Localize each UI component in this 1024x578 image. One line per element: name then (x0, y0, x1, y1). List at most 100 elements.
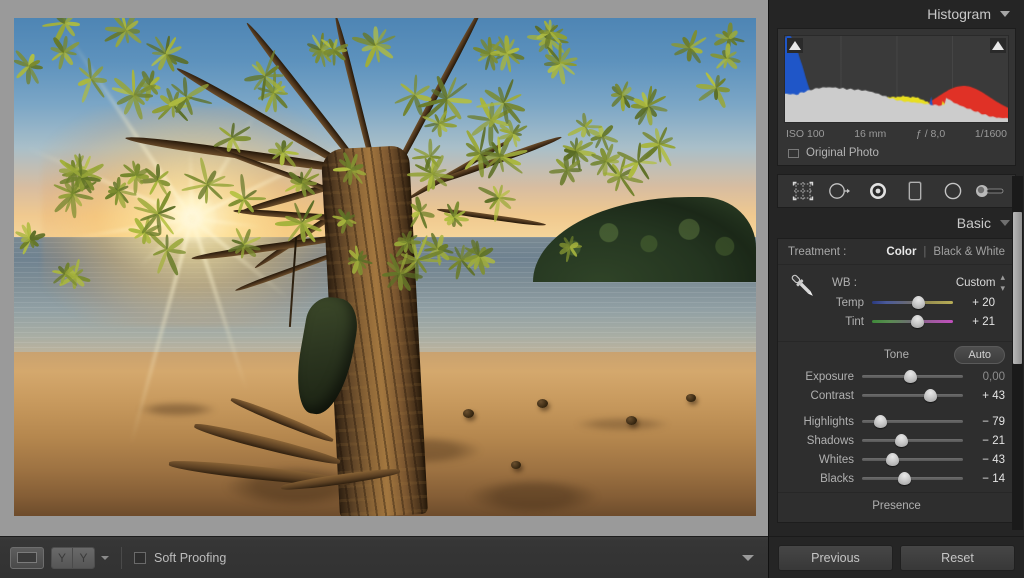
slider-track-blacks[interactable] (862, 472, 963, 485)
slider-rail (862, 439, 963, 442)
tool-strip[interactable] (777, 174, 1016, 208)
presence-label: Presence (872, 499, 921, 512)
slider-value-highlights[interactable]: − 79 (963, 416, 1005, 428)
right-panel-scrollbar[interactable] (1012, 176, 1023, 530)
basic-panel: Treatment : Color | Black & White WB: C… (777, 238, 1016, 523)
exif-focal-length: 16 mm (854, 128, 887, 140)
slider-handle-highlights[interactable] (873, 415, 887, 428)
slider-row-tint[interactable]: Tint + 21 (788, 312, 1005, 331)
toolbar-panel-chevron-down-icon[interactable] (742, 554, 754, 561)
slider-handle-tint[interactable] (910, 315, 924, 328)
slider-label-tint: Tint (845, 315, 864, 328)
exif-aperture: ƒ / 8,0 (915, 128, 946, 140)
slider-value-shadows[interactable]: − 21 (963, 435, 1005, 447)
soft-proofing-label[interactable]: Soft Proofing (154, 551, 226, 565)
slider-label-blacks: Blacks (820, 472, 854, 485)
slider-handle-blacks[interactable] (897, 472, 911, 485)
reset-button[interactable]: Reset (900, 544, 1015, 571)
image-viewer[interactable] (0, 0, 768, 536)
loupe-view-icon[interactable] (10, 546, 44, 569)
slider-rail (862, 477, 963, 480)
histogram-panel-header[interactable]: Histogram (769, 0, 1024, 28)
histogram-graph[interactable] (784, 35, 1009, 123)
photo-coconut (462, 408, 474, 418)
viewer-toolbar[interactable]: Y Y Soft Proofing (0, 536, 768, 578)
photo-image (14, 18, 756, 516)
slider-row-temp[interactable]: Temp + 20 (788, 293, 1005, 312)
slider-row-exposure[interactable]: Exposure 0,00 (778, 367, 1015, 386)
slider-track-whites[interactable] (862, 453, 963, 466)
highlight-clipping-triangle-icon[interactable] (990, 38, 1006, 53)
original-photo-label: Original Photo (806, 147, 879, 159)
up-down-arrows-icon[interactable]: ▴ ▾ (1000, 272, 1005, 294)
exif-shutter-speed: 1/1600 (974, 128, 1007, 140)
tone-section-header: Tone Auto (778, 341, 1015, 367)
chevron-down-icon[interactable] (1000, 220, 1010, 226)
slider-row-contrast[interactable]: Contrast + 43 (778, 386, 1015, 405)
eyedropper-icon[interactable] (786, 269, 820, 303)
slider-row-blacks[interactable]: Blacks − 14 (778, 469, 1015, 488)
lightroom-develop-window: Y Y Soft Proofing Histogram ISO 100 16 m… (0, 0, 1024, 578)
slider-label-shadows: Shadows (806, 434, 854, 447)
adjustment-brush-tool[interactable] (975, 179, 1005, 203)
histogram-panel: ISO 100 16 mm ƒ / 8,0 1/1600 Original Ph… (777, 28, 1016, 166)
slider-track-shadows[interactable] (862, 434, 963, 447)
slider-rail (862, 394, 963, 397)
white-balance-row[interactable]: WB : Custom ▴ ▾ (788, 272, 1005, 294)
photo-coconut (685, 393, 696, 403)
original-photo-checkbox[interactable] (788, 148, 799, 158)
photo-coconut (537, 398, 549, 408)
slider-value-tint[interactable]: + 21 (953, 316, 995, 328)
graduated-filter-tool[interactable] (900, 179, 930, 203)
histogram-curves (785, 36, 1008, 122)
basic-panel-header[interactable]: Basic (769, 208, 1024, 238)
histogram-title: Histogram (927, 6, 991, 22)
shadow-clipping-triangle-icon[interactable] (787, 38, 803, 53)
slider-row-whites[interactable]: Whites − 43 (778, 450, 1015, 469)
slider-handle-contrast[interactable] (924, 389, 938, 402)
original-photo-row[interactable]: Original Photo (784, 140, 1009, 161)
slider-handle-whites[interactable] (885, 453, 899, 466)
treatment-row: Treatment : Color | Black & White (778, 239, 1015, 265)
before-after-label-2: Y (73, 547, 94, 568)
slider-value-whites[interactable]: − 43 (963, 454, 1005, 466)
white-balance-value[interactable]: Custom (956, 277, 996, 289)
before-after-yy-icon[interactable]: Y Y (51, 546, 95, 569)
slider-track-temp[interactable] (872, 296, 953, 309)
slider-value-exposure[interactable]: 0,00 (963, 371, 1005, 383)
slider-track-highlights[interactable] (862, 415, 963, 428)
slider-rail (862, 458, 963, 461)
crop-overlay-tool[interactable] (788, 179, 818, 203)
tone-sliders: Exposure 0,00 Contrast + 43 (778, 367, 1015, 405)
chevron-down-icon[interactable] (1000, 11, 1010, 17)
scrollbar-thumb[interactable] (1013, 212, 1022, 364)
chevron-down-icon[interactable] (101, 555, 109, 560)
treatment-option-black-and-white[interactable]: Black & White (933, 246, 1005, 258)
spot-removal-tool[interactable] (825, 179, 855, 203)
tone-label: Tone (884, 348, 909, 361)
slider-label-contrast: Contrast (810, 389, 854, 402)
slider-track-tint[interactable] (872, 315, 953, 328)
slider-handle-exposure[interactable] (903, 370, 917, 383)
slider-value-contrast[interactable]: + 43 (963, 390, 1005, 402)
red-eye-correction-tool[interactable] (863, 179, 893, 203)
soft-proofing-checkbox[interactable] (134, 551, 146, 564)
treatment-option-color[interactable]: Color (886, 246, 916, 258)
right-panel: Histogram ISO 100 16 mm ƒ / 8,0 1/1600 O… (768, 0, 1024, 578)
slider-handle-temp[interactable] (911, 296, 925, 309)
tone-detail-sliders: Highlights − 79 Shadows − 21 Whites − 43 Black… (778, 412, 1015, 488)
auto-tone-button[interactable]: Auto (954, 346, 1005, 364)
slider-track-contrast[interactable] (862, 389, 963, 402)
before-after-label-1: Y (52, 547, 73, 568)
slider-value-temp[interactable]: + 20 (953, 297, 995, 309)
slider-value-blacks[interactable]: − 14 (963, 473, 1005, 485)
slider-handle-shadows[interactable] (894, 434, 908, 447)
basic-title: Basic (956, 215, 991, 231)
radial-filter-tool[interactable] (938, 179, 968, 203)
slider-row-highlights[interactable]: Highlights − 79 (778, 412, 1015, 431)
previous-button[interactable]: Previous (778, 544, 893, 571)
photo-frame[interactable] (14, 18, 756, 516)
slider-track-exposure[interactable] (862, 370, 963, 383)
slider-row-shadows[interactable]: Shadows − 21 (778, 431, 1015, 450)
exif-iso: ISO 100 (786, 128, 825, 140)
